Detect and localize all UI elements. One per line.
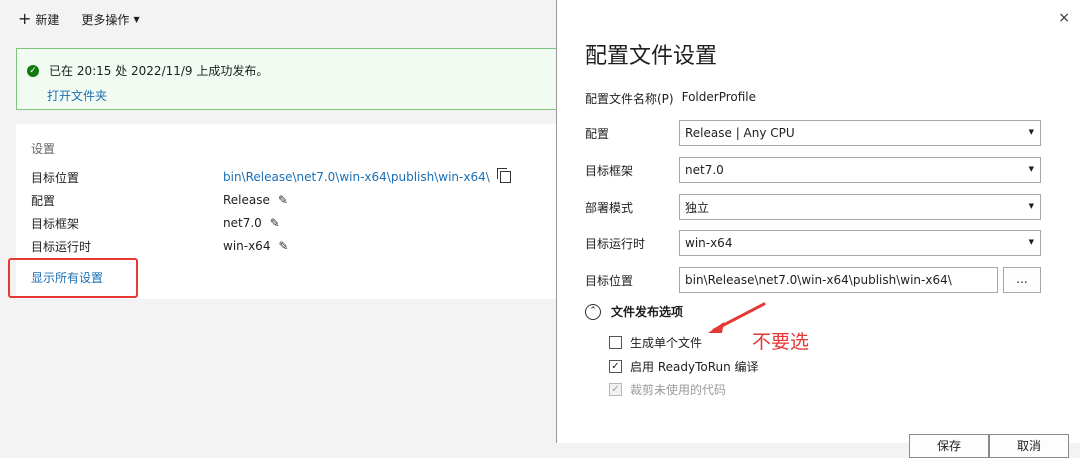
publish-success-banner: ✓ 已在 20:15 处 2022/11/9 上成功发布。 打开文件夹 — [16, 48, 576, 110]
target-location-value: bin\Release\net7.0\win-x64\publish\win-x… — [685, 273, 952, 287]
option-trim-unused: ✓ 裁剪未使用的代码 — [609, 381, 726, 398]
profile-settings-dialog: × 配置文件设置 配置文件名称(P) FolderProfile 配置 Rele… — [556, 0, 1080, 458]
setting-key: 目标运行时 — [31, 239, 92, 254]
target-framework-select[interactable]: net7.0 ▼ — [679, 157, 1041, 183]
open-folder-link[interactable]: 打开文件夹 — [47, 87, 107, 104]
browse-button[interactable]: ... — [1003, 267, 1041, 293]
target-location-link[interactable]: bin\Release\net7.0\win-x64\publish\win-x… — [223, 170, 490, 184]
deployment-mode-value: 独立 — [685, 200, 710, 215]
setting-row-target-framework: 目标框架 net7.0 ✎ — [31, 214, 571, 232]
target-runtime-row: 目标运行时 win-x64 ▼ — [585, 229, 1045, 257]
toolbar: + 新建 更多操作 ▼ — [18, 10, 162, 28]
dropdown-arrow-icon: ▼ — [1028, 165, 1034, 173]
setting-row-configuration: 配置 Release ✎ — [31, 191, 571, 209]
edit-pencil-icon[interactable]: ✎ — [278, 239, 288, 253]
highlight-box — [8, 258, 138, 298]
configuration-label: 配置 — [585, 126, 610, 141]
setting-value: win-x64 — [223, 239, 271, 253]
dropdown-arrow-icon: ▼ — [1028, 202, 1034, 210]
setting-key: 配置 — [31, 193, 56, 208]
copy-icon[interactable] — [496, 168, 511, 183]
target-location-row: 目标位置 bin\Release\net7.0\win-x64\publish\… — [585, 266, 1045, 294]
target-runtime-select[interactable]: win-x64 ▼ — [679, 230, 1041, 256]
single-file-label: 生成单个文件 — [630, 336, 703, 350]
deployment-mode-select[interactable]: 独立 ▼ — [679, 194, 1041, 220]
new-button-label: 新建 — [35, 12, 60, 27]
setting-row-target-location: 目标位置 bin\Release\net7.0\win-x64\publish\… — [31, 168, 571, 186]
ready-to-run-label: 启用 ReadyToRun 编译 — [630, 360, 759, 374]
dropdown-arrow-icon: ▼ — [1028, 238, 1034, 246]
deployment-mode-label: 部署模式 — [585, 200, 634, 215]
deployment-mode-row: 部署模式 独立 ▼ — [585, 193, 1045, 221]
save-button[interactable]: 保存 — [909, 434, 989, 458]
publish-options-title: 文件发布选项 — [611, 305, 684, 319]
setting-key: 目标框架 — [31, 216, 80, 231]
setting-value: Release — [223, 193, 270, 207]
success-message: 已在 20:15 处 2022/11/9 上成功发布。 — [49, 64, 269, 78]
edit-pencil-icon[interactable]: ✎ — [278, 193, 288, 207]
profile-name-label: 配置文件名称(P) — [585, 92, 674, 106]
caret-down-icon: ▼ — [133, 14, 140, 24]
target-runtime-value: win-x64 — [685, 236, 733, 250]
setting-value: net7.0 — [223, 216, 262, 230]
target-location-label: 目标位置 — [585, 273, 634, 288]
annotation-text: 不要选 — [752, 331, 810, 353]
target-location-input[interactable]: bin\Release\net7.0\win-x64\publish\win-x… — [679, 267, 998, 293]
option-ready-to-run[interactable]: ✓ 启用 ReadyToRun 编译 — [609, 358, 759, 375]
profile-name-value: FolderProfile — [681, 90, 757, 104]
target-runtime-label: 目标运行时 — [585, 236, 646, 251]
more-actions-button[interactable]: 更多操作 ▼ — [81, 11, 139, 28]
settings-title: 设置 — [31, 142, 56, 156]
close-icon[interactable]: × — [1058, 10, 1070, 26]
trim-unused-label: 裁剪未使用的代码 — [630, 383, 727, 397]
chevron-up-icon: ⌃ — [585, 303, 601, 320]
setting-key: 目标位置 — [31, 170, 80, 185]
configuration-row: 配置 Release | Any CPU ▼ — [585, 119, 1045, 147]
publish-options-toggle[interactable]: ⌃ 文件发布选项 — [585, 303, 683, 320]
success-check-icon: ✓ — [27, 64, 39, 77]
profile-name: 配置文件名称(P) FolderProfile — [585, 90, 756, 107]
target-framework-value: net7.0 — [685, 163, 724, 177]
ready-to-run-checkbox[interactable]: ✓ — [609, 360, 622, 373]
dialog-title: 配置文件设置 — [585, 44, 718, 69]
configuration-value: Release | Any CPU — [685, 126, 795, 140]
cancel-button[interactable]: 取消 — [989, 434, 1069, 458]
configuration-select[interactable]: Release | Any CPU ▼ — [679, 120, 1041, 146]
new-button[interactable]: + 新建 — [18, 11, 59, 28]
plus-icon: + — [18, 9, 32, 28]
edit-pencil-icon[interactable]: ✎ — [270, 216, 280, 230]
target-framework-row: 目标框架 net7.0 ▼ — [585, 156, 1045, 184]
target-framework-label: 目标框架 — [585, 163, 634, 178]
single-file-checkbox[interactable] — [609, 336, 622, 349]
option-single-file[interactable]: 生成单个文件 — [609, 334, 702, 351]
trim-unused-checkbox: ✓ — [609, 383, 622, 396]
setting-row-target-runtime: 目标运行时 win-x64 ✎ — [31, 237, 571, 255]
dropdown-arrow-icon: ▼ — [1028, 128, 1034, 136]
more-actions-label: 更多操作 — [81, 12, 130, 27]
